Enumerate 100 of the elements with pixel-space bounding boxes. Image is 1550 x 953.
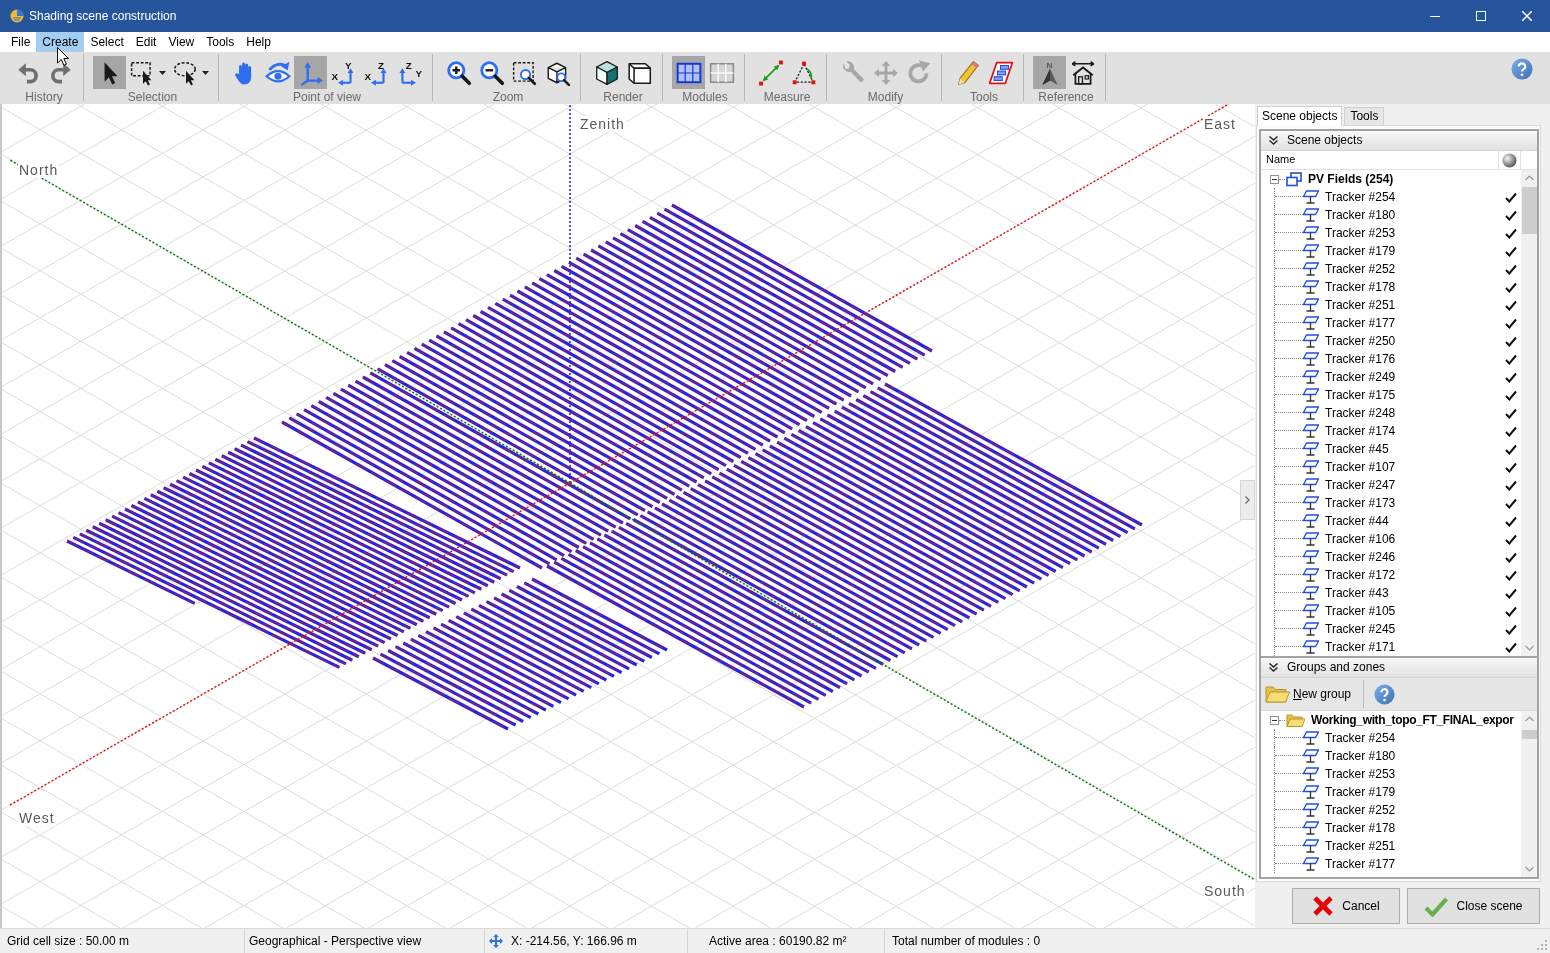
- check-icon[interactable]: [1505, 587, 1517, 599]
- tree-item[interactable]: Tracker #180: [1261, 747, 1521, 765]
- menu-item[interactable]: File: [5, 32, 37, 52]
- tree-item[interactable]: Working_with_topo_FT_FINAL_expor: [1261, 711, 1521, 729]
- tree-item[interactable]: Tracker #43: [1261, 584, 1521, 602]
- tree-item[interactable]: Tracker #254: [1261, 188, 1521, 206]
- check-icon[interactable]: [1505, 371, 1517, 383]
- tree-item[interactable]: Tracker #173: [1261, 494, 1521, 512]
- tree-item[interactable]: Tracker #45: [1261, 440, 1521, 458]
- check-icon[interactable]: [1505, 515, 1517, 527]
- check-icon[interactable]: [1505, 425, 1517, 437]
- tree-item[interactable]: Tracker #179: [1261, 783, 1521, 801]
- menu-item[interactable]: Tools: [200, 32, 241, 52]
- collapse-icon[interactable]: [1270, 715, 1279, 725]
- tree-item[interactable]: Tracker #177: [1261, 855, 1521, 873]
- check-icon[interactable]: [1505, 569, 1517, 581]
- resize-grip-icon[interactable]: [1537, 940, 1548, 951]
- collapse-icon[interactable]: [1270, 174, 1279, 184]
- select-tool-button[interactable]: [93, 56, 126, 89]
- check-icon[interactable]: [1505, 335, 1517, 347]
- check-icon[interactable]: [1505, 281, 1517, 293]
- check-icon[interactable]: [1505, 353, 1517, 365]
- toolbar-group-label: Selection: [127, 90, 178, 104]
- tree-item[interactable]: Tracker #175: [1261, 386, 1521, 404]
- new-group-button[interactable]: New group: [1265, 679, 1356, 709]
- tree-item[interactable]: Tracker #172: [1261, 566, 1521, 584]
- tree-item[interactable]: Tracker #245: [1261, 620, 1521, 638]
- folder-icon: [1265, 685, 1290, 703]
- tree-item[interactable]: Tracker #177: [1261, 314, 1521, 332]
- check-icon[interactable]: [1505, 533, 1517, 545]
- menu-item[interactable]: Create: [36, 32, 85, 52]
- tracker-icon: [1303, 586, 1319, 600]
- menu-item[interactable]: Select: [84, 32, 130, 52]
- axis-label: South: [1203, 883, 1247, 899]
- section-header[interactable]: Scene objects: [1261, 131, 1537, 151]
- tree-item[interactable]: Tracker #253: [1261, 224, 1521, 242]
- check-icon[interactable]: [1505, 191, 1517, 203]
- scrollbar[interactable]: [1521, 170, 1537, 656]
- tree-item[interactable]: Tracker #251: [1261, 837, 1521, 855]
- tree-item[interactable]: Tracker #107: [1261, 458, 1521, 476]
- check-icon[interactable]: [1505, 245, 1517, 257]
- tree-item[interactable]: Tracker #178: [1261, 819, 1521, 837]
- tracker-icon: [1303, 622, 1319, 636]
- tracker-icon: [1303, 208, 1319, 222]
- scrollbar-thumb[interactable]: [1521, 187, 1537, 234]
- 3d-viewport[interactable]: Zenith North East West South: [0, 104, 1255, 928]
- check-icon[interactable]: [1505, 263, 1517, 275]
- tracker-icon: [1303, 478, 1319, 492]
- check-icon[interactable]: [1505, 227, 1517, 239]
- menu-item[interactable]: View: [162, 32, 201, 52]
- tree-item[interactable]: PV Fields (254): [1261, 170, 1521, 188]
- check-icon[interactable]: [1505, 479, 1517, 491]
- tree-item[interactable]: Tracker #252: [1261, 801, 1521, 819]
- tree-item[interactable]: Tracker #179: [1261, 242, 1521, 260]
- check-icon[interactable]: [1505, 389, 1517, 401]
- tab[interactable]: Scene objects: [1257, 106, 1343, 126]
- tree-item[interactable]: Tracker #174: [1261, 422, 1521, 440]
- tree-item[interactable]: Tracker #180: [1261, 206, 1521, 224]
- section-header[interactable]: Groups and zones: [1261, 658, 1537, 678]
- check-icon[interactable]: [1505, 317, 1517, 329]
- tree-item[interactable]: Tracker #248: [1261, 404, 1521, 422]
- tree-item[interactable]: Tracker #254: [1261, 729, 1521, 747]
- help-button[interactable]: [1511, 58, 1533, 80]
- check-icon[interactable]: [1505, 209, 1517, 221]
- tree-item[interactable]: Tracker #249: [1261, 368, 1521, 386]
- caret-icon[interactable]: [201, 70, 209, 75]
- tree-item[interactable]: Tracker #246: [1261, 548, 1521, 566]
- menu-item[interactable]: Help: [240, 32, 277, 52]
- check-icon[interactable]: [1505, 299, 1517, 311]
- check-icon[interactable]: [1505, 443, 1517, 455]
- check-icon[interactable]: [1505, 407, 1517, 419]
- tree-item[interactable]: Tracker #176: [1261, 350, 1521, 368]
- splitter-handle[interactable]: [1240, 480, 1255, 520]
- tree-item[interactable]: Tracker #106: [1261, 530, 1521, 548]
- tab[interactable]: Tools: [1344, 107, 1385, 125]
- check-icon[interactable]: [1505, 623, 1517, 635]
- check-icon[interactable]: [1505, 641, 1517, 653]
- toolbar-group-label: Measure: [763, 90, 811, 104]
- check-icon[interactable]: [1505, 461, 1517, 473]
- modules-button[interactable]: [672, 56, 705, 89]
- triangle-angle-icon: [790, 59, 817, 86]
- tree-item[interactable]: Tracker #44: [1261, 512, 1521, 530]
- tree-item[interactable]: Tracker #250: [1261, 332, 1521, 350]
- help-icon: [1511, 58, 1533, 80]
- scrollbar[interactable]: [1521, 711, 1537, 877]
- tree-item[interactable]: Tracker #247: [1261, 476, 1521, 494]
- tree-item[interactable]: Tracker #251: [1261, 296, 1521, 314]
- menu-item[interactable]: Edit: [129, 32, 163, 52]
- check-icon[interactable]: [1505, 551, 1517, 563]
- status-text: Grid cell size : 50.00 m: [7, 933, 130, 949]
- cancel-button[interactable]: Cancel: [1292, 888, 1400, 924]
- caret-icon[interactable]: [158, 70, 166, 75]
- tree-item[interactable]: Tracker #178: [1261, 278, 1521, 296]
- tree-item[interactable]: Tracker #253: [1261, 765, 1521, 783]
- tree-item[interactable]: Tracker #105: [1261, 602, 1521, 620]
- close-scene-button[interactable]: Close scene: [1407, 888, 1540, 924]
- check-icon[interactable]: [1505, 497, 1517, 509]
- tree-item[interactable]: Tracker #252: [1261, 260, 1521, 278]
- scrollbar-thumb[interactable]: [1521, 730, 1537, 739]
- check-icon[interactable]: [1505, 605, 1517, 617]
